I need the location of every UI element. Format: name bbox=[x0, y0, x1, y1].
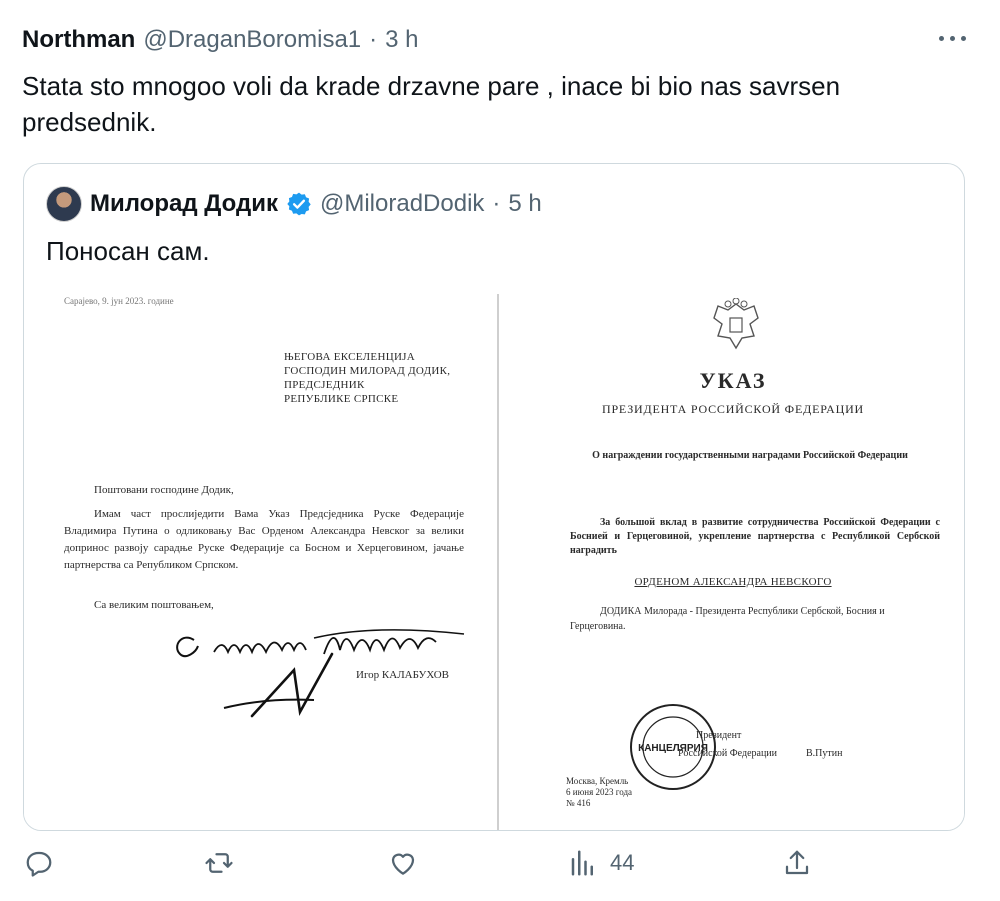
image-divider bbox=[497, 294, 499, 830]
decree-image[interactable]: УКАЗ ПРЕЗИДЕНТА РОССИЙСКОЙ ФЕДЕРАЦИИ О н… bbox=[500, 294, 964, 830]
coat-of-arms-icon bbox=[713, 298, 759, 350]
decree-number: № 416 bbox=[566, 798, 591, 808]
tweet-header: Northman @DraganBoromisa1 · 3 h bbox=[22, 26, 419, 54]
reply-button[interactable] bbox=[24, 848, 54, 878]
embassy-letter-image[interactable]: Сарајево, 9. јун 2023. године ЊЕГОВА ЕКС… bbox=[24, 294, 497, 830]
president-name: В.Путин bbox=[806, 748, 843, 759]
reply-icon bbox=[26, 851, 52, 877]
decree-title: УКАЗ bbox=[699, 368, 767, 393]
retweet-button[interactable] bbox=[204, 848, 234, 878]
quoted-tweet-time[interactable]: 5 h bbox=[508, 190, 541, 218]
quoted-author-name[interactable]: Милорад Додик bbox=[90, 190, 278, 218]
letter-body-text: Имам част прослиједити Вама Указ Предсје… bbox=[64, 508, 464, 571]
separator-dot: · bbox=[369, 26, 378, 53]
avatar[interactable] bbox=[46, 186, 82, 222]
letter-signer: Игор КАЛАБУХОВ bbox=[356, 669, 450, 681]
letter-greeting: Поштовани господине Додик, bbox=[94, 484, 234, 496]
quoted-tweet-header: Милорад Додик @MiloradDodik · 5 h bbox=[46, 186, 542, 222]
tweet-time[interactable]: 3 h bbox=[385, 26, 418, 54]
decree-paragraph: За большой вклад в развитие сотрудничест… bbox=[570, 517, 940, 556]
retweet-icon bbox=[205, 853, 233, 873]
president-line-2: Российской Федерации bbox=[678, 748, 778, 759]
letter-date: Сарајево, 9. јун 2023. године bbox=[64, 296, 174, 306]
decree-recipient: ДОДИКА Милорада - Президента Республики … bbox=[570, 606, 885, 632]
quoted-tweet-text: Поносан сам. bbox=[46, 236, 210, 266]
views-icon bbox=[571, 850, 593, 876]
like-button[interactable] bbox=[388, 848, 418, 878]
share-icon bbox=[785, 850, 809, 875]
president-line-1: Президент bbox=[696, 730, 742, 741]
share-button[interactable] bbox=[782, 848, 812, 878]
decree-place: Москва, Кремль bbox=[566, 776, 629, 786]
decree-about: О награждении государственными наградами… bbox=[592, 450, 908, 461]
letter-body: Имам част прослиједити Вама Указ Предсје… bbox=[64, 506, 464, 574]
office-stamp: КАНЦЕЛЯРИЯ bbox=[630, 704, 716, 790]
author-handle[interactable]: @DraganBoromisa1 bbox=[143, 26, 361, 54]
quoted-author-handle[interactable]: @MiloradDodik bbox=[320, 190, 484, 218]
tweet-text: Stata sto mnogoo voli da krade drzavne p… bbox=[22, 71, 841, 137]
views-count: 44 bbox=[610, 850, 635, 875]
author-name[interactable]: Northman bbox=[22, 26, 135, 54]
decree-date: 6 июня 2023 года bbox=[566, 787, 633, 797]
letter-address: ЊЕГОВА ЕКСЕЛЕНЦИЈА ГОСПОДИН МИЛОРАД ДОДИ… bbox=[284, 351, 451, 405]
more-dots-icon[interactable] bbox=[939, 36, 966, 41]
verified-badge-icon bbox=[287, 192, 311, 216]
separator-dot: · bbox=[492, 190, 501, 217]
quoted-tweet[interactable]: Милорад Додик @MiloradDodik · 5 h Поноса… bbox=[23, 163, 965, 831]
decree-place-date: Москва, Кремль 6 июня 2023 года № 416 bbox=[566, 776, 632, 809]
views-button[interactable]: 44 bbox=[568, 848, 634, 878]
action-bar: 44 bbox=[0, 848, 1000, 898]
decree-order: ОРДЕНОМ АЛЕКСАНДРА НЕВСКОГО bbox=[634, 576, 832, 588]
decree-subtitle: ПРЕЗИДЕНТА РОССИЙСКОЙ ФЕДЕРАЦИИ bbox=[601, 402, 865, 416]
handwritten-signature bbox=[176, 629, 465, 718]
letter-closing: Са великим поштовањем, bbox=[94, 599, 214, 611]
like-icon bbox=[391, 853, 415, 875]
